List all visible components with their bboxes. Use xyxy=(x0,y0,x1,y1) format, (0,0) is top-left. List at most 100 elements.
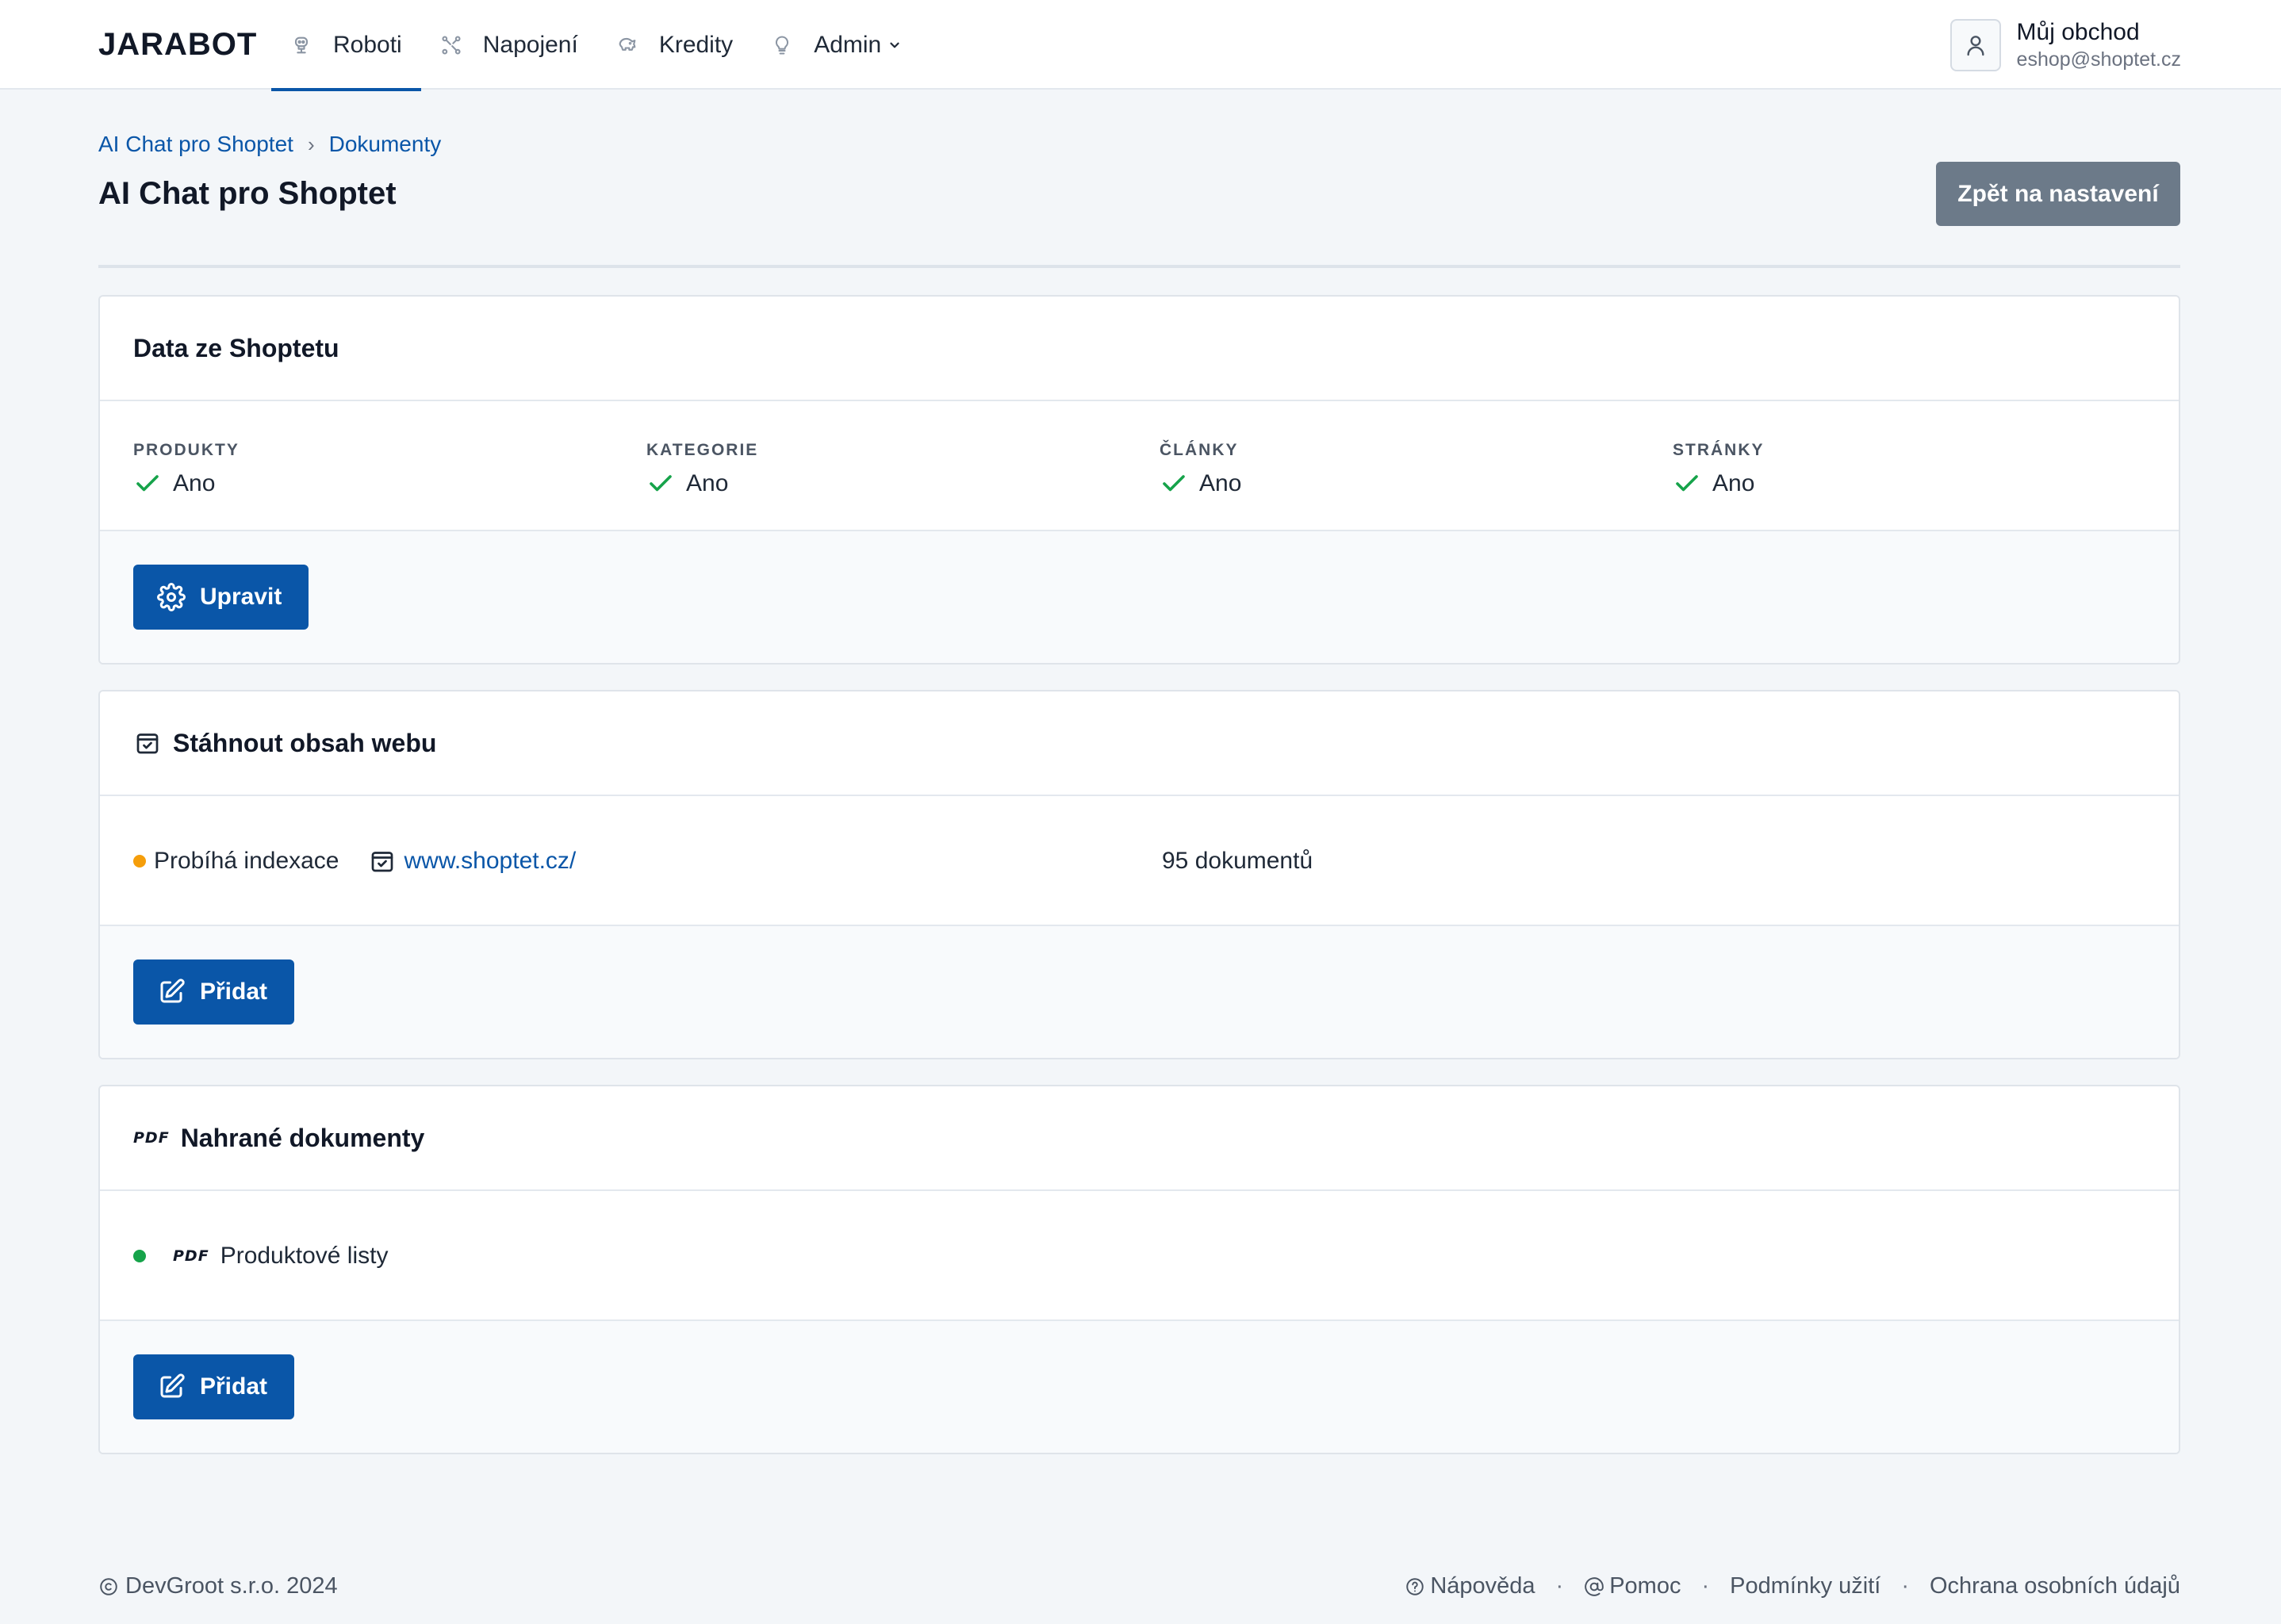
footer-link-napoveda[interactable]: Nápověda xyxy=(1405,1573,1535,1599)
uploaded-documents-body: PDF Produktové listy xyxy=(100,1191,2179,1321)
column-value: Ano xyxy=(646,469,758,498)
copyright-text: DevGroot s.r.o. 2024 xyxy=(125,1573,338,1599)
column-value: Ano xyxy=(1160,469,1241,498)
card-title: Data ze Shoptetu xyxy=(133,333,339,362)
card-title: Nahrané dokumenty xyxy=(180,1123,425,1152)
column-value-text: Ano xyxy=(1199,470,1242,496)
footer-links: Nápověda · Pomoc · Podmínky užití · Ochr… xyxy=(1405,1573,2180,1599)
shoptet-data-card: Data ze Shoptetu PRODUKTY Ano KATEGORIE … xyxy=(98,295,2180,665)
status-dot xyxy=(133,1250,146,1262)
nav-item-roboti[interactable]: Roboti xyxy=(271,0,421,91)
card-footer: Přidat xyxy=(100,1321,2179,1453)
status-dot xyxy=(133,855,146,868)
check-icon xyxy=(650,475,672,492)
header-divider xyxy=(98,265,2180,268)
footer-separator: · xyxy=(1555,1573,1564,1599)
nav-item-kredity[interactable]: Kredity xyxy=(597,0,752,90)
user-name: Můj obchod xyxy=(2016,19,2140,45)
card-header: Stáhnout obsah webu xyxy=(100,691,2179,796)
edit-icon xyxy=(160,979,185,1003)
pdf-icon: PDF xyxy=(133,1129,170,1147)
web-content-body: Probíhá indexace www.shoptet.cz/ 95 doku… xyxy=(100,796,2179,926)
question-circle-icon xyxy=(1406,1577,1424,1595)
list-item: PDF Produktové listy xyxy=(133,1191,388,1321)
lightbulb-icon xyxy=(776,35,789,55)
top-navbar: JARABOT Roboti Napojení Kredity Admin Mů… xyxy=(0,0,2281,91)
robot-icon xyxy=(294,36,309,53)
column-label: KATEGORIE xyxy=(646,441,759,459)
card-header: PDF Nahrané dokumenty xyxy=(100,1086,2179,1191)
document-count: 95 dokumentů xyxy=(1162,848,1313,874)
card-footer: Přidat xyxy=(100,926,2179,1058)
check-icon xyxy=(1676,475,1698,492)
list-item: Probíhá indexace www.shoptet.cz/ xyxy=(133,796,576,926)
web-content-card: Stáhnout obsah webu Probíhá indexace www… xyxy=(98,690,2180,1059)
calendar-check-icon xyxy=(371,852,393,872)
column-value-text: Ano xyxy=(1712,470,1755,496)
website-url-link[interactable]: www.shoptet.cz/ xyxy=(404,848,577,875)
footer-link-pomoc[interactable]: Pomoc xyxy=(1584,1573,1681,1599)
column-value-text: Ano xyxy=(173,470,216,496)
card-header: Data ze Shoptetu xyxy=(100,297,2179,401)
column-label: ČLÁNKY xyxy=(1160,441,1239,459)
uploaded-documents-card: PDF Nahrané dokumenty PDF Produktové lis… xyxy=(98,1085,2180,1454)
breadcrumb: AI Chat pro Shoptet › Dokumenty xyxy=(98,132,441,157)
check-icon xyxy=(1163,475,1185,492)
pdf-icon: PDF xyxy=(173,1247,209,1265)
footer-link-label: Nápověda xyxy=(1430,1573,1535,1599)
connection-icon xyxy=(442,35,461,55)
breadcrumb-item-dokumenty[interactable]: Dokumenty xyxy=(329,132,442,157)
avatar[interactable] xyxy=(1949,19,2001,71)
gear-icon xyxy=(157,583,186,611)
nav-label: Napojení xyxy=(482,31,578,58)
card-title: Stáhnout obsah webu xyxy=(173,728,437,757)
footer-link-label: Pomoc xyxy=(1609,1573,1681,1599)
button-label: Přidat xyxy=(200,1373,268,1400)
calendar-check-icon xyxy=(136,733,159,754)
app-logo[interactable]: JARABOT xyxy=(98,27,257,63)
nav-label: Kredity xyxy=(658,31,734,58)
document-name[interactable]: Produktové listy xyxy=(220,1243,389,1270)
user-info: Můj obchod eshop@shoptet.cz xyxy=(2017,18,2181,72)
column-value: Ano xyxy=(133,469,240,498)
user-icon xyxy=(1967,36,1984,56)
nav-label: Admin xyxy=(814,31,882,58)
user-menu[interactable]: Můj obchod eshop@shoptet.cz xyxy=(1949,17,2181,73)
footer-separator: · xyxy=(1701,1573,1710,1599)
data-column-produkty: PRODUKTY Ano xyxy=(133,441,240,498)
user-email: eshop@shoptet.cz xyxy=(2016,48,2181,71)
data-column-stranky: STRÁNKY Ano xyxy=(1673,441,1765,498)
column-value: Ano xyxy=(1673,469,1765,498)
nav-item-admin[interactable]: Admin xyxy=(752,0,921,90)
breadcrumb-item-ai-chat[interactable]: AI Chat pro Shoptet xyxy=(98,132,293,157)
data-column-kategorie: KATEGORIE Ano xyxy=(646,441,758,498)
edit-icon xyxy=(160,1373,185,1398)
button-label: Upravit xyxy=(200,584,282,610)
footer-separator: · xyxy=(1901,1573,1909,1599)
at-sign-icon xyxy=(1585,1576,1604,1596)
main-nav: Roboti Napojení Kredity Admin xyxy=(271,0,921,91)
page-title: AI Chat pro Shoptet xyxy=(98,176,397,211)
add-web-content-button[interactable]: Přidat xyxy=(133,959,295,1025)
nav-item-napojeni[interactable]: Napojení xyxy=(421,0,597,90)
data-column-clanky: ČLÁNKY Ano xyxy=(1160,441,1241,498)
footer-link-terms[interactable]: Podmínky užití xyxy=(1730,1573,1880,1599)
add-document-button[interactable]: Přidat xyxy=(133,1354,295,1419)
shoptet-data-body: PRODUKTY Ano KATEGORIE Ano ČLÁNKY Ano ST… xyxy=(100,401,2179,531)
column-label: STRÁNKY xyxy=(1673,441,1765,459)
chevron-down-icon xyxy=(890,42,899,48)
button-label: Přidat xyxy=(200,979,268,1005)
nav-label: Roboti xyxy=(333,31,402,58)
check-icon xyxy=(136,475,159,492)
back-to-settings-button[interactable]: Zpět na nastavení xyxy=(1936,162,2180,226)
piggy-bank-icon xyxy=(619,37,636,51)
card-footer: Upravit xyxy=(100,531,2179,663)
footer-link-privacy[interactable]: Ochrana osobních údajů xyxy=(1930,1573,2180,1599)
breadcrumb-separator: › xyxy=(307,132,315,156)
copyright-icon xyxy=(100,1577,117,1595)
edit-data-button[interactable]: Upravit xyxy=(133,565,309,630)
footer-copyright: DevGroot s.r.o. 2024 xyxy=(98,1573,338,1599)
column-value-text: Ano xyxy=(686,470,729,496)
column-label: PRODUKTY xyxy=(133,441,240,459)
status-text: Probíhá indexace xyxy=(154,848,339,874)
